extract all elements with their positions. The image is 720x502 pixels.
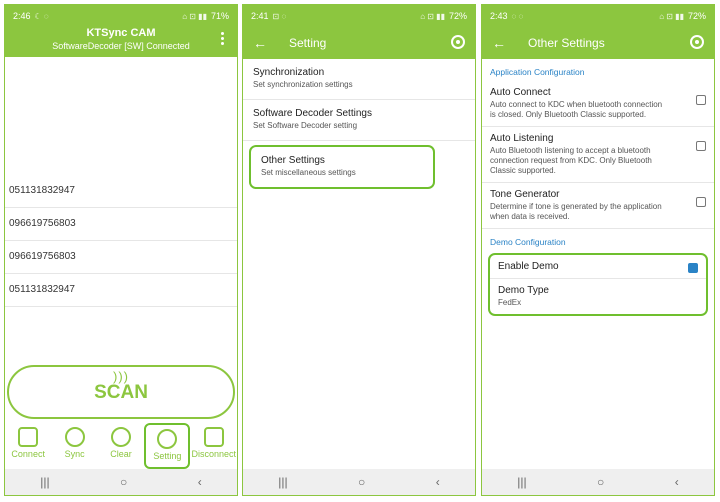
settings-list: Synchronization Set synchronization sett… bbox=[243, 59, 475, 189]
clear-button[interactable]: Clear bbox=[98, 423, 144, 469]
home-icon[interactable]: ○ bbox=[597, 475, 604, 489]
back-icon[interactable]: ‹ bbox=[675, 475, 679, 489]
connect-label: Connect bbox=[11, 449, 45, 459]
connection-status: SoftwareDecoder [SW] Connected bbox=[52, 41, 190, 51]
back-arrow-icon[interactable]: ← bbox=[253, 35, 271, 51]
option-tone-generator[interactable]: Tone Generator Determine if tone is gene… bbox=[482, 183, 714, 229]
section-application-configuration: Application Configuration bbox=[490, 67, 585, 77]
sync-button[interactable]: Sync bbox=[52, 423, 98, 469]
enable-demo-checkbox[interactable] bbox=[688, 263, 698, 273]
status-bar: 2:43 ◌ ◌ ⌂ ⊡ ▮▮ 72% bbox=[482, 5, 714, 27]
status-bar: 2:46 ☾ ◌ ⌂ ⊡ ▮▮ 71% bbox=[5, 5, 237, 27]
trash-icon bbox=[110, 427, 131, 447]
item-title: Software Decoder Settings bbox=[253, 108, 372, 119]
option-title: Auto Connect bbox=[490, 87, 551, 98]
sync-label: Sync bbox=[64, 449, 85, 459]
battery-level: 72% bbox=[687, 11, 706, 21]
back-arrow-icon[interactable]: ← bbox=[492, 35, 510, 51]
app-bar: ← Other Settings bbox=[482, 27, 714, 59]
overflow-menu-icon[interactable] bbox=[221, 31, 225, 45]
app-title: KTSync CAM bbox=[86, 27, 156, 39]
item-subtitle: Set miscellaneous settings bbox=[261, 168, 356, 177]
disconnect-label: Disconnect bbox=[191, 449, 237, 459]
recents-icon[interactable]: ||| bbox=[40, 475, 49, 489]
disconnect-icon bbox=[203, 427, 224, 447]
settings-item-software-decoder[interactable]: Software Decoder Settings Set Software D… bbox=[243, 100, 475, 141]
item-title: Other Settings bbox=[261, 155, 325, 166]
page-title: Other Settings bbox=[528, 36, 605, 50]
signal-icon: ⌂ ⊡ ▮▮ bbox=[659, 11, 684, 21]
option-auto-connect[interactable]: Auto Connect Auto connect to KDC when bl… bbox=[482, 81, 714, 127]
system-nav-bar: ||| ○ ‹ bbox=[482, 469, 714, 495]
auto-listening-checkbox[interactable] bbox=[696, 141, 706, 151]
bluetooth-status-icon[interactable] bbox=[451, 35, 465, 49]
gear-icon bbox=[157, 429, 178, 449]
notification-icon: ◌ ◌ bbox=[511, 11, 524, 21]
sync-icon bbox=[64, 427, 85, 447]
clear-label: Clear bbox=[110, 449, 132, 459]
signal-icon: ⌂ ⊡ ▮▮ bbox=[420, 11, 445, 21]
option-subtitle: Auto Bluetooth listening to accept a blu… bbox=[490, 146, 652, 175]
battery-level: 71% bbox=[210, 11, 229, 21]
status-bar: 2:41 ⊡ ◌ ⌂ ⊡ ▮▮ 72% bbox=[243, 5, 475, 27]
scan-list: 051131832947 096619756803 096619756803 0… bbox=[5, 175, 237, 307]
signal-icon: ⌂ ⊡ ▮▮ bbox=[182, 11, 207, 21]
battery-level: 72% bbox=[448, 11, 467, 21]
scan-row[interactable]: 096619756803 bbox=[5, 241, 237, 274]
option-demo-type[interactable]: Demo Type FedEx bbox=[490, 279, 706, 314]
notification-icon: ☾ ◌ bbox=[34, 11, 49, 21]
option-title: Demo Type bbox=[498, 285, 549, 296]
phone-other-settings-screen: 2:43 ◌ ◌ ⌂ ⊡ ▮▮ 72% ← Other Settings Appli… bbox=[481, 4, 715, 496]
system-nav-bar: ||| ○ ‹ bbox=[243, 469, 475, 495]
home-icon[interactable]: ○ bbox=[358, 475, 365, 489]
option-value: FedEx bbox=[498, 298, 522, 307]
auto-connect-checkbox[interactable] bbox=[696, 95, 706, 105]
back-icon[interactable]: ‹ bbox=[436, 475, 440, 489]
home-icon[interactable]: ○ bbox=[120, 475, 127, 489]
system-nav-bar: ||| ○ ‹ bbox=[5, 469, 237, 495]
setting-button[interactable]: Setting bbox=[144, 423, 191, 469]
recents-icon[interactable]: ||| bbox=[517, 475, 526, 489]
page-title: Setting bbox=[289, 36, 327, 50]
settings-item-synchronization[interactable]: Synchronization Set synchronization sett… bbox=[243, 59, 475, 100]
recents-icon[interactable]: ||| bbox=[278, 475, 287, 489]
option-enable-demo[interactable]: Enable Demo bbox=[490, 255, 706, 279]
option-title: Tone Generator bbox=[490, 189, 560, 200]
demo-highlight-box: Enable Demo Demo Type FedEx bbox=[488, 253, 708, 316]
tone-generator-checkbox[interactable] bbox=[696, 197, 706, 207]
setting-label: Setting bbox=[153, 451, 182, 461]
section-demo-configuration: Demo Configuration bbox=[490, 237, 566, 247]
phone-setting-screen: 2:41 ⊡ ◌ ⌂ ⊡ ▮▮ 72% ← Setting Synchronizat… bbox=[242, 4, 476, 496]
option-subtitle: Auto connect to KDC when bluetooth conne… bbox=[490, 100, 663, 119]
app-header: KTSync CAM SoftwareDecoder [SW] Connecte… bbox=[5, 27, 237, 57]
connect-button[interactable]: Connect bbox=[5, 423, 51, 469]
item-subtitle: Set Software Decoder setting bbox=[253, 121, 358, 130]
settings-item-other[interactable]: Other Settings Set miscellaneous setting… bbox=[249, 145, 435, 189]
notification-icon: ⊡ ◌ bbox=[272, 11, 287, 21]
item-subtitle: Set synchronization settings bbox=[253, 80, 353, 89]
scan-row[interactable]: 051131832947 bbox=[5, 175, 237, 208]
disconnect-button[interactable]: Disconnect bbox=[191, 423, 237, 469]
status-time: 2:41 bbox=[251, 11, 269, 21]
option-title: Auto Listening bbox=[490, 133, 554, 144]
app-bar: ← Setting bbox=[243, 27, 475, 59]
option-auto-listening[interactable]: Auto Listening Auto Bluetooth listening … bbox=[482, 127, 714, 183]
bluetooth-status-icon[interactable] bbox=[690, 35, 704, 49]
status-time: 2:43 bbox=[490, 11, 508, 21]
connect-icon bbox=[18, 427, 39, 447]
status-time: 2:46 bbox=[13, 11, 31, 21]
back-icon[interactable]: ‹ bbox=[198, 475, 202, 489]
scan-button-label: SCAN bbox=[94, 382, 148, 403]
scan-button[interactable]: ))) SCAN bbox=[7, 365, 235, 419]
bottom-toolbar: Connect Sync Clear Setting Disconnect bbox=[5, 423, 237, 469]
item-title: Synchronization bbox=[253, 67, 325, 78]
option-subtitle: Determine if tone is generated by the ap… bbox=[490, 202, 662, 221]
option-title: Enable Demo bbox=[498, 261, 559, 272]
phone-main-screen: 2:46 ☾ ◌ ⌂ ⊡ ▮▮ 71% KTSync CAM SoftwareDec… bbox=[4, 4, 238, 496]
scan-row[interactable]: 051131832947 bbox=[5, 274, 237, 307]
scan-row[interactable]: 096619756803 bbox=[5, 208, 237, 241]
